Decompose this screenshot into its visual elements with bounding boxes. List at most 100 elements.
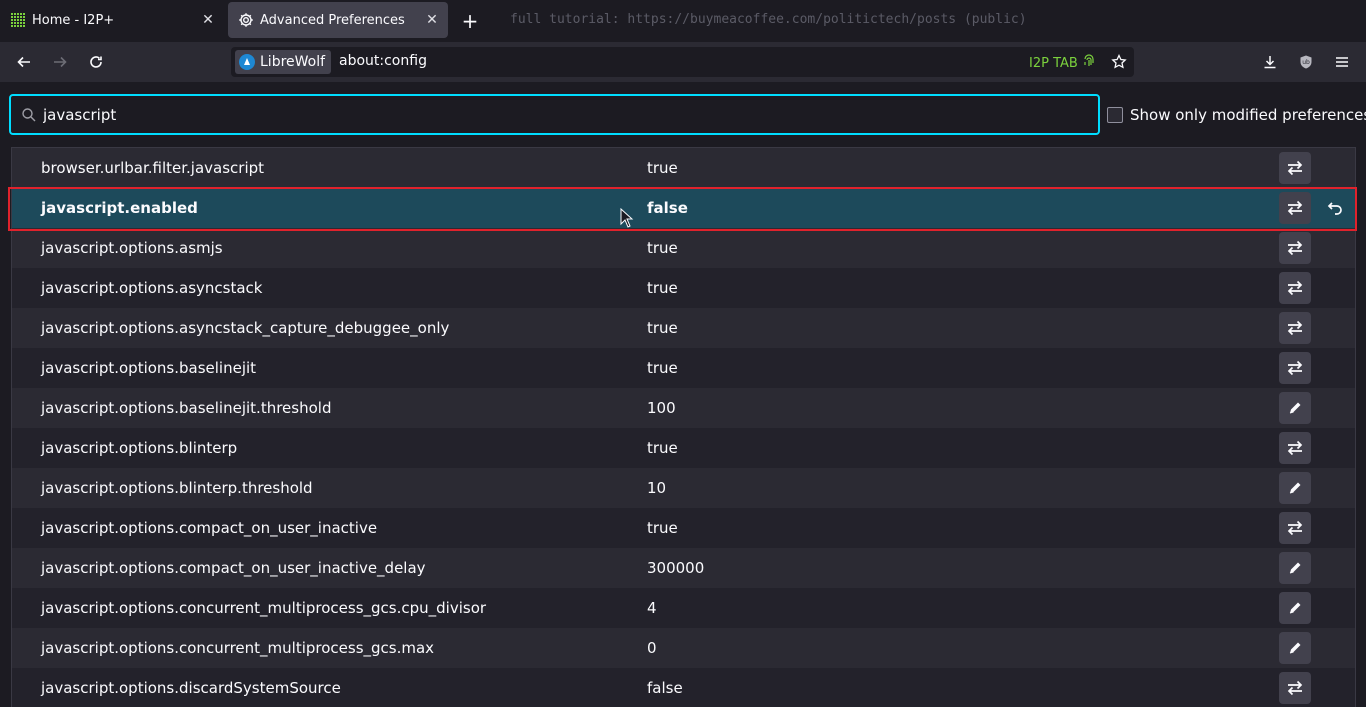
pref-name: javascript.options.discardSystemSource: [41, 679, 341, 697]
show-modified-label: Show only modified preferences: [1130, 106, 1366, 124]
pref-value: true: [647, 319, 678, 337]
pref-row[interactable]: javascript.enabled false: [12, 188, 1355, 228]
new-tab-button[interactable]: +: [456, 7, 484, 35]
toggle-button[interactable]: [1279, 672, 1311, 704]
pref-value: 0: [647, 639, 657, 657]
forward-button[interactable]: [46, 48, 74, 76]
pref-row[interactable]: javascript.options.asyncstack_capture_de…: [12, 308, 1355, 348]
pref-row[interactable]: javascript.options.baselinejit.threshold…: [12, 388, 1355, 428]
download-icon: [1264, 56, 1276, 69]
pref-name: javascript.options.concurrent_multiproce…: [41, 639, 435, 657]
shield-icon: ub: [1300, 55, 1312, 69]
pref-row[interactable]: javascript.options.compact_on_user_inact…: [12, 508, 1355, 548]
star-icon: [1111, 54, 1127, 69]
toggle-arrows-icon: [1286, 160, 1304, 176]
search-box[interactable]: [9, 94, 1100, 135]
tab-strip: Home - I2P+ ✕ Advanced Preferences ✕ + f…: [0, 0, 1366, 42]
toggle-button[interactable]: [1279, 152, 1311, 184]
show-modified-checkbox[interactable]: Show only modified preferences: [1107, 106, 1366, 124]
svg-text:ub: ub: [1302, 59, 1310, 66]
identity-label: LibreWolf: [260, 54, 326, 70]
edit-button[interactable]: [1279, 472, 1311, 504]
tab-title: Advanced Preferences: [260, 12, 405, 28]
ublock-button[interactable]: ub: [1292, 48, 1320, 76]
pref-name: javascript.options.asyncstack_capture_de…: [41, 319, 450, 337]
tab-strip-note: full tutorial: https://buymeacoffee.com/…: [510, 12, 1027, 27]
search-input[interactable]: [43, 104, 1083, 126]
pref-row[interactable]: javascript.options.discardSystemSource fa…: [12, 668, 1355, 707]
back-arrow-icon: [17, 56, 30, 68]
pencil-icon: [1287, 400, 1303, 416]
pref-name: javascript.options.baselinejit: [41, 359, 257, 377]
pref-value: true: [647, 239, 678, 257]
pencil-icon: [1287, 640, 1303, 656]
pencil-icon: [1287, 560, 1303, 576]
pencil-icon: [1287, 480, 1303, 496]
tab-advanced-preferences[interactable]: Advanced Preferences ✕: [228, 2, 448, 38]
close-tab-icon[interactable]: ✕: [420, 8, 444, 32]
tab-home-i2p[interactable]: Home - I2P+ ✕: [0, 2, 224, 38]
identity-box[interactable]: LibreWolf: [235, 50, 332, 74]
pref-name: javascript.enabled: [41, 199, 198, 217]
pref-value: 10: [647, 479, 667, 497]
hamburger-menu-icon: [1336, 57, 1348, 67]
pref-row[interactable]: javascript.options.asyncstack true: [12, 268, 1355, 308]
undo-icon: [1327, 200, 1343, 216]
toggle-arrows-icon: [1286, 360, 1304, 376]
app-menu-button[interactable]: [1328, 48, 1356, 76]
toggle-arrows-icon: [1286, 440, 1304, 456]
pref-value: true: [647, 519, 678, 537]
toggle-arrows-icon: [1286, 240, 1304, 256]
pref-row[interactable]: javascript.options.blinterp.threshold 10: [12, 468, 1355, 508]
fingerprint-icon: [1083, 54, 1095, 72]
toggle-button[interactable]: [1279, 312, 1311, 344]
pref-value: 4: [647, 599, 657, 617]
toggle-button[interactable]: [1279, 352, 1311, 384]
pref-value: false: [647, 679, 683, 697]
edit-button[interactable]: [1279, 392, 1311, 424]
bookmark-star-button[interactable]: [1107, 50, 1131, 74]
pref-row[interactable]: javascript.options.compact_on_user_inact…: [12, 548, 1355, 588]
downloads-button[interactable]: [1256, 48, 1284, 76]
preferences-table: browser.urlbar.filter.javascript true java…: [11, 147, 1356, 707]
toggle-button[interactable]: [1279, 512, 1311, 544]
tab-title: Home - I2P+: [32, 12, 115, 28]
i2p-tab-badge[interactable]: I2P TAB: [1029, 54, 1095, 72]
toggle-arrows-icon: [1286, 280, 1304, 296]
pref-row[interactable]: javascript.options.asmjs true: [12, 228, 1355, 268]
librewolf-icon: [239, 54, 255, 70]
gear-icon: [238, 12, 254, 28]
forward-arrow-icon: [54, 56, 67, 68]
reload-icon: [90, 56, 102, 68]
pref-row[interactable]: javascript.options.concurrent_multiproce…: [12, 588, 1355, 628]
toggle-arrows-icon: [1286, 520, 1304, 536]
edit-button[interactable]: [1279, 592, 1311, 624]
url-text[interactable]: about:config: [339, 53, 427, 69]
toggle-button[interactable]: [1279, 432, 1311, 464]
about-config-page: Show only modified preferences browser.u…: [0, 82, 1366, 707]
toggle-button[interactable]: [1279, 272, 1311, 304]
toggle-arrows-icon: [1286, 200, 1304, 216]
pref-name: javascript.options.concurrent_multiproce…: [41, 599, 487, 617]
toggle-button[interactable]: [1279, 192, 1311, 224]
edit-button[interactable]: [1279, 552, 1311, 584]
search-icon: [22, 108, 36, 122]
back-button[interactable]: [10, 48, 38, 76]
pref-value: true: [647, 359, 678, 377]
reset-button[interactable]: [1319, 192, 1351, 224]
pref-name: javascript.options.baselinejit.threshold: [41, 399, 332, 417]
pref-name: browser.urlbar.filter.javascript: [41, 159, 265, 177]
pref-row[interactable]: javascript.options.blinterp true: [12, 428, 1355, 468]
pref-row[interactable]: javascript.options.concurrent_multiproce…: [12, 628, 1355, 668]
toggle-button[interactable]: [1279, 232, 1311, 264]
pref-row[interactable]: javascript.options.baselinejit true: [12, 348, 1355, 388]
pref-value: 100: [647, 399, 676, 417]
url-bar[interactable]: LibreWolf about:config I2P TAB: [231, 47, 1134, 77]
pref-value: true: [647, 159, 678, 177]
pref-row[interactable]: browser.urlbar.filter.javascript true: [12, 148, 1355, 188]
checkbox[interactable]: [1107, 107, 1123, 123]
close-tab-icon[interactable]: ✕: [196, 8, 220, 32]
edit-button[interactable]: [1279, 632, 1311, 664]
i2p-tab-label: I2P TAB: [1029, 55, 1078, 71]
reload-button[interactable]: [82, 48, 110, 76]
